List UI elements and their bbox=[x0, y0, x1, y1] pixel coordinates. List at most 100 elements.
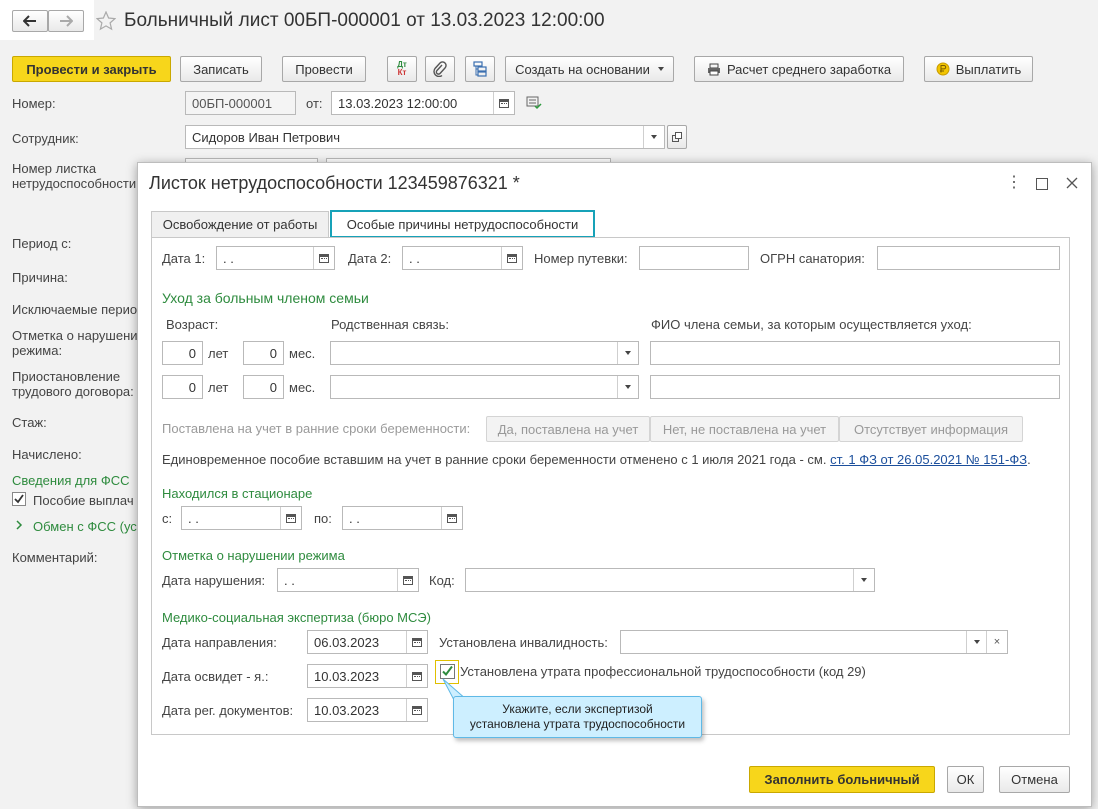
back-button[interactable] bbox=[12, 10, 48, 32]
employee-dropdown-button[interactable] bbox=[643, 126, 664, 148]
pregnancy-unknown-button[interactable]: Отсутствует информация bbox=[839, 416, 1023, 442]
law-link[interactable]: ст. 1 ФЗ от 26.05.2021 № 151-ФЗ bbox=[830, 452, 1027, 467]
age-months-field-2[interactable]: 0 bbox=[243, 375, 284, 399]
favorite-star-icon[interactable] bbox=[96, 11, 116, 31]
attach-button[interactable] bbox=[425, 56, 455, 82]
number-value: 00БП-000001 bbox=[192, 95, 273, 111]
violation-label-1: Отметка о нарушени bbox=[12, 328, 138, 343]
date2-field[interactable]: . . bbox=[402, 246, 523, 270]
hospital-from-calendar-button[interactable] bbox=[280, 507, 301, 529]
number-label: Номер: bbox=[12, 96, 56, 111]
dt-kt-button[interactable]: Дт Кт bbox=[387, 56, 417, 82]
fss-exchange-group[interactable]: Обмен с ФСС (ус bbox=[33, 519, 137, 534]
number-field[interactable]: 00БП-000001 bbox=[185, 91, 296, 115]
fio-label: ФИО члена семьи, за которым осуществляет… bbox=[651, 317, 972, 332]
pregnancy-no-button[interactable]: Нет, не поставлена на учет bbox=[650, 416, 839, 442]
close-icon[interactable] bbox=[1066, 177, 1078, 189]
fio-field-1[interactable] bbox=[650, 341, 1060, 365]
age-months-field-1[interactable]: 0 bbox=[243, 341, 284, 365]
referral-label: Дата направления: bbox=[162, 635, 277, 650]
avg-earnings-button[interactable]: Расчет среднего заработка bbox=[694, 56, 904, 82]
history-icon[interactable] bbox=[526, 96, 542, 110]
hospital-to-field[interactable]: . . bbox=[342, 506, 463, 530]
pregnancy-yes-button[interactable]: Да, поставлена на учет bbox=[486, 416, 650, 442]
calendar-icon bbox=[403, 575, 413, 585]
more-menu-icon[interactable]: ⋮ bbox=[1006, 175, 1022, 191]
sick-leave-dialog: Листок нетрудоспособности 123459876321 *… bbox=[137, 162, 1092, 807]
arrow-right-icon bbox=[60, 15, 73, 27]
relation-dropdown-button[interactable] bbox=[617, 376, 638, 398]
employee-field[interactable]: Сидоров Иван Петрович bbox=[185, 125, 665, 149]
referral-date-value: 06.03.2023 bbox=[314, 634, 380, 650]
pregnancy-label: Поставлена на учет в ранние сроки береме… bbox=[162, 421, 471, 436]
relation-field-1[interactable] bbox=[330, 341, 639, 365]
voucher-field[interactable] bbox=[639, 246, 749, 270]
date-field[interactable]: 13.03.2023 12:00:00 bbox=[331, 91, 515, 115]
structure-button[interactable] bbox=[465, 56, 495, 82]
calendar-button[interactable] bbox=[493, 92, 514, 114]
forward-button[interactable] bbox=[48, 10, 84, 32]
exam-calendar-button[interactable] bbox=[406, 665, 427, 687]
referral-date-field[interactable]: 06.03.2023 bbox=[307, 630, 428, 654]
checkmark-icon bbox=[14, 494, 24, 504]
reg-docs-date-field[interactable]: 10.03.2023 bbox=[307, 698, 428, 722]
age-years-field-2[interactable]: 0 bbox=[162, 375, 203, 399]
age-years-field-1[interactable]: 0 bbox=[162, 341, 203, 365]
date1-calendar-button[interactable] bbox=[313, 247, 334, 269]
maximize-icon[interactable] bbox=[1036, 178, 1048, 190]
fill-sick-leave-button[interactable]: Заполнить больничный bbox=[749, 766, 935, 793]
paperclip-icon bbox=[433, 61, 447, 77]
ogrn-field[interactable] bbox=[877, 246, 1060, 270]
hospital-header: Находился в стационаре bbox=[162, 486, 313, 501]
lump-sum-text: Единовременное пособие вставшим на учет … bbox=[162, 452, 827, 467]
sick-number-label-2: нетрудоспособности bbox=[12, 176, 137, 191]
reg-docs-calendar-button[interactable] bbox=[406, 699, 427, 721]
sick-number-label-1: Номер листка bbox=[12, 161, 97, 176]
post-button[interactable]: Провести bbox=[282, 56, 366, 82]
employee-value: Сидоров Иван Петрович bbox=[192, 129, 341, 145]
hospital-from-field[interactable]: . . bbox=[181, 506, 302, 530]
benefit-paid-label: Пособие выплач bbox=[33, 493, 134, 508]
violation-date-field[interactable]: . . bbox=[277, 568, 419, 592]
save-button[interactable]: Записать bbox=[180, 56, 262, 82]
age-years-value: 0 bbox=[188, 345, 196, 361]
from-label: от: bbox=[306, 96, 323, 111]
cancel-button[interactable]: Отмена bbox=[999, 766, 1070, 793]
create-based-on-button[interactable]: Создать на основании bbox=[505, 56, 674, 82]
date1-field[interactable]: . . bbox=[216, 246, 335, 270]
clear-icon[interactable]: × bbox=[986, 631, 1007, 653]
hospital-to-label: по: bbox=[314, 511, 332, 526]
fio-field-2[interactable] bbox=[650, 375, 1060, 399]
calendar-icon bbox=[412, 637, 422, 647]
excluded-label: Исключаемые перио bbox=[12, 302, 138, 317]
code-field[interactable] bbox=[465, 568, 875, 592]
pay-button[interactable]: Выплатить bbox=[924, 56, 1033, 82]
disability-dropdown-button[interactable] bbox=[966, 631, 987, 653]
tab-special-reasons[interactable]: Особые причины нетрудоспособности bbox=[330, 210, 595, 238]
benefit-paid-checkbox[interactable] bbox=[12, 492, 26, 506]
date2-calendar-button[interactable] bbox=[501, 247, 522, 269]
calendar-icon bbox=[447, 513, 457, 523]
hospital-to-calendar-button[interactable] bbox=[441, 507, 462, 529]
relation-dropdown-button[interactable] bbox=[617, 342, 638, 364]
code-dropdown-button[interactable] bbox=[853, 569, 874, 591]
lump-sum-dot: . bbox=[1027, 452, 1031, 467]
post-and-close-button[interactable]: Провести и закрыть bbox=[12, 56, 171, 82]
fss-info-link[interactable]: Сведения для ФСС bbox=[12, 473, 129, 488]
tooltip-line-2: установлена утрата трудоспособности bbox=[469, 717, 686, 731]
disability-field[interactable]: × bbox=[620, 630, 1008, 654]
work-capacity-loss-label: Установлена утрата профессиональной труд… bbox=[460, 664, 866, 679]
open-employee-button[interactable] bbox=[667, 125, 687, 149]
hierarchy-icon bbox=[473, 61, 487, 77]
mse-header: Медико-социальная экспертиза (бюро МСЭ) bbox=[162, 610, 431, 625]
pay-label: Выплатить bbox=[955, 61, 1022, 77]
age-label: Возраст: bbox=[166, 317, 219, 332]
ok-button[interactable]: ОК bbox=[947, 766, 984, 793]
relation-field-2[interactable] bbox=[330, 375, 639, 399]
tab-release-from-work[interactable]: Освобождение от работы bbox=[151, 211, 329, 237]
referral-calendar-button[interactable] bbox=[406, 631, 427, 653]
exam-label: Дата освидет - я.: bbox=[162, 669, 269, 684]
exam-date-field[interactable]: 10.03.2023 bbox=[307, 664, 428, 688]
violation-calendar-button[interactable] bbox=[397, 569, 418, 591]
chevron-right-icon[interactable] bbox=[15, 520, 23, 530]
